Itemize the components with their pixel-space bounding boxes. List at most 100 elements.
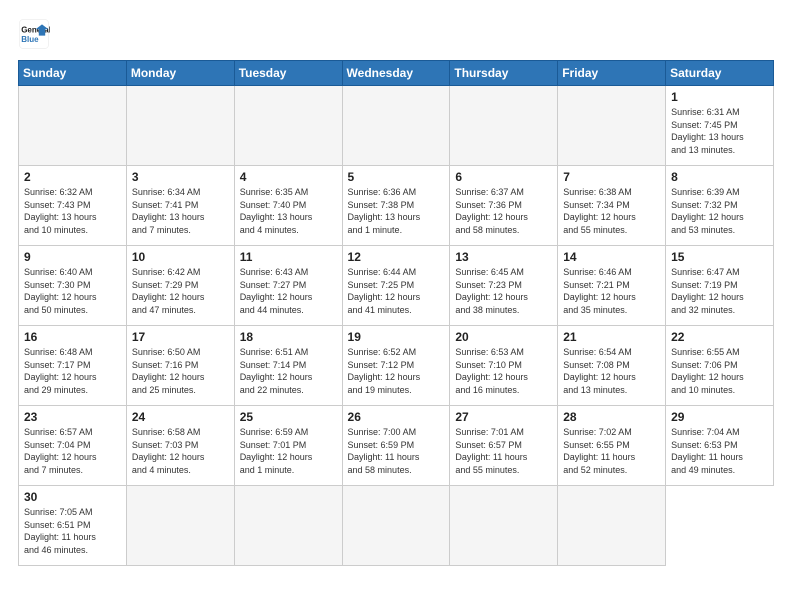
calendar-row: 9 Sunrise: 6:40 AM Sunset: 7:30 PM Daylig… xyxy=(19,246,774,326)
day-number: 8 xyxy=(671,170,768,184)
day-number: 27 xyxy=(455,410,552,424)
day-info: Sunrise: 6:48 AM Sunset: 7:17 PM Dayligh… xyxy=(24,346,121,396)
day-info: Sunrise: 6:50 AM Sunset: 7:16 PM Dayligh… xyxy=(132,346,229,396)
day-number: 29 xyxy=(671,410,768,424)
svg-text:General: General xyxy=(21,25,50,34)
calendar-cell: 15 Sunrise: 6:47 AM Sunset: 7:19 PM Dayli… xyxy=(666,246,774,326)
day-info: Sunrise: 7:01 AM Sunset: 6:57 PM Dayligh… xyxy=(455,426,552,476)
day-info: Sunrise: 6:43 AM Sunset: 7:27 PM Dayligh… xyxy=(240,266,337,316)
calendar-cell xyxy=(450,86,558,166)
calendar-cell xyxy=(234,486,342,566)
calendar-cell: 25 Sunrise: 6:59 AM Sunset: 7:01 PM Dayli… xyxy=(234,406,342,486)
day-info: Sunrise: 6:37 AM Sunset: 7:36 PM Dayligh… xyxy=(455,186,552,236)
day-number: 4 xyxy=(240,170,337,184)
weekday-header-row: SundayMondayTuesdayWednesdayThursdayFrid… xyxy=(19,61,774,86)
day-info: Sunrise: 6:58 AM Sunset: 7:03 PM Dayligh… xyxy=(132,426,229,476)
calendar-cell: 27 Sunrise: 7:01 AM Sunset: 6:57 PM Dayli… xyxy=(450,406,558,486)
calendar-cell xyxy=(450,486,558,566)
calendar-cell xyxy=(126,486,234,566)
day-number: 17 xyxy=(132,330,229,344)
day-info: Sunrise: 6:53 AM Sunset: 7:10 PM Dayligh… xyxy=(455,346,552,396)
day-info: Sunrise: 6:51 AM Sunset: 7:14 PM Dayligh… xyxy=(240,346,337,396)
calendar-cell: 12 Sunrise: 6:44 AM Sunset: 7:25 PM Dayli… xyxy=(342,246,450,326)
day-number: 5 xyxy=(348,170,445,184)
day-info: Sunrise: 7:05 AM Sunset: 6:51 PM Dayligh… xyxy=(24,506,121,556)
day-number: 3 xyxy=(132,170,229,184)
logo-icon: General Blue xyxy=(18,18,50,50)
day-number: 30 xyxy=(24,490,121,504)
day-number: 9 xyxy=(24,250,121,264)
day-number: 15 xyxy=(671,250,768,264)
calendar-cell: 21 Sunrise: 6:54 AM Sunset: 7:08 PM Dayli… xyxy=(558,326,666,406)
weekday-header: Friday xyxy=(558,61,666,86)
calendar-cell xyxy=(234,86,342,166)
calendar-row: 16 Sunrise: 6:48 AM Sunset: 7:17 PM Dayli… xyxy=(19,326,774,406)
calendar-cell: 18Sunrise: 6:51 AM Sunset: 7:14 PM Dayli… xyxy=(234,326,342,406)
day-info: Sunrise: 6:59 AM Sunset: 7:01 PM Dayligh… xyxy=(240,426,337,476)
day-number: 19 xyxy=(348,330,445,344)
calendar-cell: 26Sunrise: 7:00 AM Sunset: 6:59 PM Dayli… xyxy=(342,406,450,486)
calendar-row: 30 Sunrise: 7:05 AM Sunset: 6:51 PM Dayli… xyxy=(19,486,774,566)
weekday-header: Thursday xyxy=(450,61,558,86)
day-info: Sunrise: 6:44 AM Sunset: 7:25 PM Dayligh… xyxy=(348,266,445,316)
calendar-cell: 6 Sunrise: 6:37 AM Sunset: 7:36 PM Daylig… xyxy=(450,166,558,246)
calendar-cell: 20 Sunrise: 6:53 AM Sunset: 7:10 PM Dayli… xyxy=(450,326,558,406)
day-number: 20 xyxy=(455,330,552,344)
calendar-cell: 13Sunrise: 6:45 AM Sunset: 7:23 PM Dayli… xyxy=(450,246,558,326)
calendar-cell xyxy=(342,486,450,566)
day-info: Sunrise: 7:04 AM Sunset: 6:53 PM Dayligh… xyxy=(671,426,768,476)
calendar-cell: 16 Sunrise: 6:48 AM Sunset: 7:17 PM Dayli… xyxy=(19,326,127,406)
day-info: Sunrise: 6:39 AM Sunset: 7:32 PM Dayligh… xyxy=(671,186,768,236)
weekday-header: Sunday xyxy=(19,61,127,86)
svg-text:Blue: Blue xyxy=(21,35,39,44)
day-info: Sunrise: 6:47 AM Sunset: 7:19 PM Dayligh… xyxy=(671,266,768,316)
calendar-cell: 30 Sunrise: 7:05 AM Sunset: 6:51 PM Dayli… xyxy=(19,486,127,566)
calendar-cell: 17 Sunrise: 6:50 AM Sunset: 7:16 PM Dayli… xyxy=(126,326,234,406)
day-number: 28 xyxy=(563,410,660,424)
calendar-row: 2 Sunrise: 6:32 AM Sunset: 7:43 PM Daylig… xyxy=(19,166,774,246)
day-info: Sunrise: 6:57 AM Sunset: 7:04 PM Dayligh… xyxy=(24,426,121,476)
calendar-cell: 2 Sunrise: 6:32 AM Sunset: 7:43 PM Daylig… xyxy=(19,166,127,246)
day-info: Sunrise: 6:40 AM Sunset: 7:30 PM Dayligh… xyxy=(24,266,121,316)
calendar-cell: 11 Sunrise: 6:43 AM Sunset: 7:27 PM Dayli… xyxy=(234,246,342,326)
day-info: Sunrise: 6:52 AM Sunset: 7:12 PM Dayligh… xyxy=(348,346,445,396)
day-info: Sunrise: 6:31 AM Sunset: 7:45 PM Dayligh… xyxy=(671,106,768,156)
day-info: Sunrise: 6:36 AM Sunset: 7:38 PM Dayligh… xyxy=(348,186,445,236)
day-info: Sunrise: 6:54 AM Sunset: 7:08 PM Dayligh… xyxy=(563,346,660,396)
calendar-cell: 29 Sunrise: 7:04 AM Sunset: 6:53 PM Dayli… xyxy=(666,406,774,486)
day-number: 22 xyxy=(671,330,768,344)
calendar-cell: 19 Sunrise: 6:52 AM Sunset: 7:12 PM Dayli… xyxy=(342,326,450,406)
calendar-cell: 8 Sunrise: 6:39 AM Sunset: 7:32 PM Daylig… xyxy=(666,166,774,246)
calendar-cell: 14Sunrise: 6:46 AM Sunset: 7:21 PM Dayli… xyxy=(558,246,666,326)
day-number: 16 xyxy=(24,330,121,344)
calendar-row: 1Sunrise: 6:31 AM Sunset: 7:45 PM Daylig… xyxy=(19,86,774,166)
calendar-cell: 24 Sunrise: 6:58 AM Sunset: 7:03 PM Dayli… xyxy=(126,406,234,486)
weekday-header: Wednesday xyxy=(342,61,450,86)
day-number: 12 xyxy=(348,250,445,264)
calendar-cell: 22Sunrise: 6:55 AM Sunset: 7:06 PM Dayli… xyxy=(666,326,774,406)
day-number: 13 xyxy=(455,250,552,264)
day-number: 25 xyxy=(240,410,337,424)
day-number: 7 xyxy=(563,170,660,184)
day-info: Sunrise: 6:46 AM Sunset: 7:21 PM Dayligh… xyxy=(563,266,660,316)
calendar-cell xyxy=(342,86,450,166)
day-info: Sunrise: 7:02 AM Sunset: 6:55 PM Dayligh… xyxy=(563,426,660,476)
calendar-cell xyxy=(126,86,234,166)
calendar-row: 23 Sunrise: 6:57 AM Sunset: 7:04 PM Dayli… xyxy=(19,406,774,486)
day-number: 2 xyxy=(24,170,121,184)
logo: General Blue xyxy=(18,18,54,50)
day-number: 23 xyxy=(24,410,121,424)
calendar-cell: 28 Sunrise: 7:02 AM Sunset: 6:55 PM Dayli… xyxy=(558,406,666,486)
day-number: 26 xyxy=(348,410,445,424)
header: General Blue xyxy=(18,18,774,50)
page: General Blue SundayMondayTuesdayWednesda… xyxy=(0,0,792,612)
day-number: 6 xyxy=(455,170,552,184)
calendar-cell: 3Sunrise: 6:34 AM Sunset: 7:41 PM Daylig… xyxy=(126,166,234,246)
day-info: Sunrise: 6:32 AM Sunset: 7:43 PM Dayligh… xyxy=(24,186,121,236)
day-number: 11 xyxy=(240,250,337,264)
day-number: 21 xyxy=(563,330,660,344)
day-number: 24 xyxy=(132,410,229,424)
calendar-cell xyxy=(19,86,127,166)
calendar: SundayMondayTuesdayWednesdayThursdayFrid… xyxy=(18,60,774,566)
calendar-cell xyxy=(558,86,666,166)
